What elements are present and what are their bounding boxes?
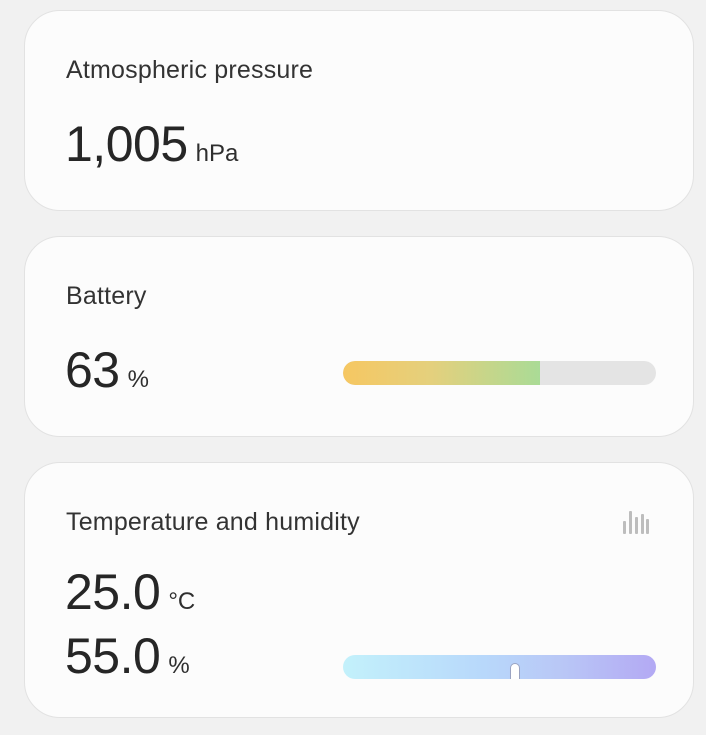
- atmospheric-pressure-reading: 1,005 hPa: [65, 115, 238, 173]
- battery-reading: 63%: [65, 341, 149, 399]
- humidity-unit: %: [168, 652, 190, 679]
- atmospheric-pressure-title: Atmospheric pressure: [66, 56, 314, 84]
- battery-level-fill: [343, 361, 541, 385]
- humidity-level-bar: [343, 655, 656, 679]
- bar-chart-icon[interactable]: [621, 508, 649, 536]
- atmospheric-pressure-card[interactable]: Atmospheric pressure 1,005 hPa: [24, 10, 694, 211]
- battery-level-bar: [343, 361, 656, 385]
- battery-title: Battery: [66, 282, 147, 310]
- humidity-level-marker: [510, 663, 521, 679]
- temperature-humidity-title: Temperature and humidity: [66, 508, 360, 536]
- temperature-reading: 25.0 °C: [65, 563, 195, 621]
- temperature-humidity-card[interactable]: Temperature and humidity 25.0 °C 55.0%: [24, 462, 694, 718]
- atmospheric-pressure-unit: hPa: [195, 140, 239, 167]
- temperature-unit: °C: [168, 588, 196, 615]
- battery-value: 63: [65, 342, 120, 398]
- temperature-value: 25.0: [65, 564, 161, 620]
- atmospheric-pressure-value: 1,005: [65, 116, 188, 172]
- humidity-reading: 55.0%: [65, 627, 190, 685]
- battery-card[interactable]: Battery 63%: [24, 236, 694, 437]
- humidity-value: 55.0: [65, 628, 161, 684]
- battery-unit: %: [127, 366, 149, 393]
